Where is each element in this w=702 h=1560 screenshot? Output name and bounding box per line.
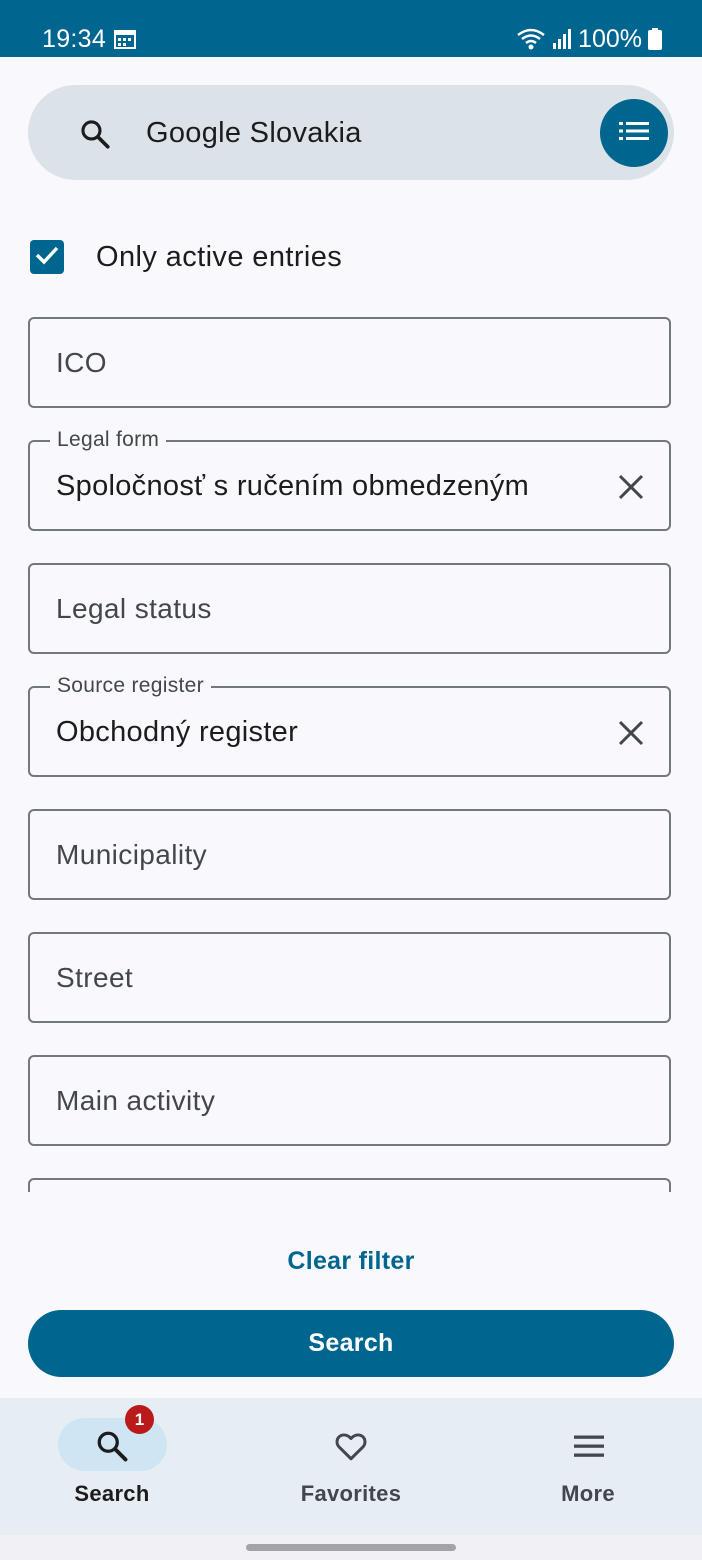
close-icon[interactable] [617, 473, 645, 501]
wifi-icon [516, 27, 546, 51]
search-icon [94, 1428, 130, 1464]
ico-placeholder: ICO [56, 347, 107, 378]
municipality-placeholder: Municipality [56, 839, 208, 870]
heart-icon [333, 1428, 369, 1464]
list-icon [618, 119, 650, 148]
close-icon[interactable] [617, 719, 645, 747]
list-view-button[interactable] [600, 99, 668, 167]
legal-form-field[interactable]: Legal form Spoločnosť s ručením obmedzen… [28, 429, 671, 531]
status-indicators: 100% [516, 24, 662, 54]
check-icon [34, 244, 60, 271]
clear-filter-button[interactable]: Clear filter [0, 1247, 702, 1276]
nav-label-more: More [561, 1481, 615, 1506]
nav-label-search: Search [74, 1481, 150, 1506]
search-button[interactable]: Search [28, 1310, 674, 1377]
scroll-clip [0, 1172, 702, 1192]
gesture-area [0, 1535, 702, 1560]
gesture-handle[interactable] [246, 1544, 456, 1551]
nav-item-favorites[interactable]: Favorites [234, 1398, 468, 1535]
signal-icon [552, 28, 572, 50]
nav-item-more[interactable]: More [468, 1398, 702, 1535]
municipality-field[interactable]: Municipality [28, 809, 671, 900]
nav-item-search[interactable]: 1 Search [0, 1398, 234, 1535]
status-time: 19:34 [42, 25, 107, 53]
street-field[interactable]: Street [28, 932, 671, 1023]
menu-icon [571, 1428, 607, 1464]
calendar-icon [114, 29, 136, 49]
only-active-label: Only active entries [96, 240, 343, 273]
search-input[interactable]: Google Slovakia [146, 115, 362, 151]
legal-form-label: Legal form [50, 429, 167, 451]
source-register-field[interactable]: Source register Obchodný register [28, 675, 671, 777]
legal-form-value: Spoločnosť s ručením obmedzeným [56, 470, 530, 502]
partial-field[interactable] [28, 1178, 671, 1192]
legal-status-placeholder: Legal status [56, 593, 212, 624]
status-bar: 19:34 100% [0, 0, 702, 57]
legal-status-field[interactable]: Legal status [28, 563, 671, 654]
battery-icon [648, 28, 662, 50]
main-activity-placeholder: Main activity [56, 1085, 216, 1116]
source-register-value: Obchodný register [56, 716, 299, 748]
only-active-checkbox[interactable] [30, 240, 64, 274]
search-bar[interactable]: Google Slovakia [28, 85, 674, 180]
search-icon [78, 117, 112, 151]
bottom-navigation: 1 Search Favorites More [0, 1398, 702, 1535]
street-placeholder: Street [56, 962, 134, 993]
only-active-row[interactable]: Only active entries [30, 237, 342, 277]
battery-level: 100% [578, 24, 642, 53]
notification-badge: 1 [125, 1405, 154, 1434]
ico-field[interactable]: ICO [28, 317, 671, 408]
main-activity-field[interactable]: Main activity [28, 1055, 671, 1146]
nav-label-favorites: Favorites [300, 1481, 402, 1506]
source-register-label: Source register [50, 675, 211, 697]
